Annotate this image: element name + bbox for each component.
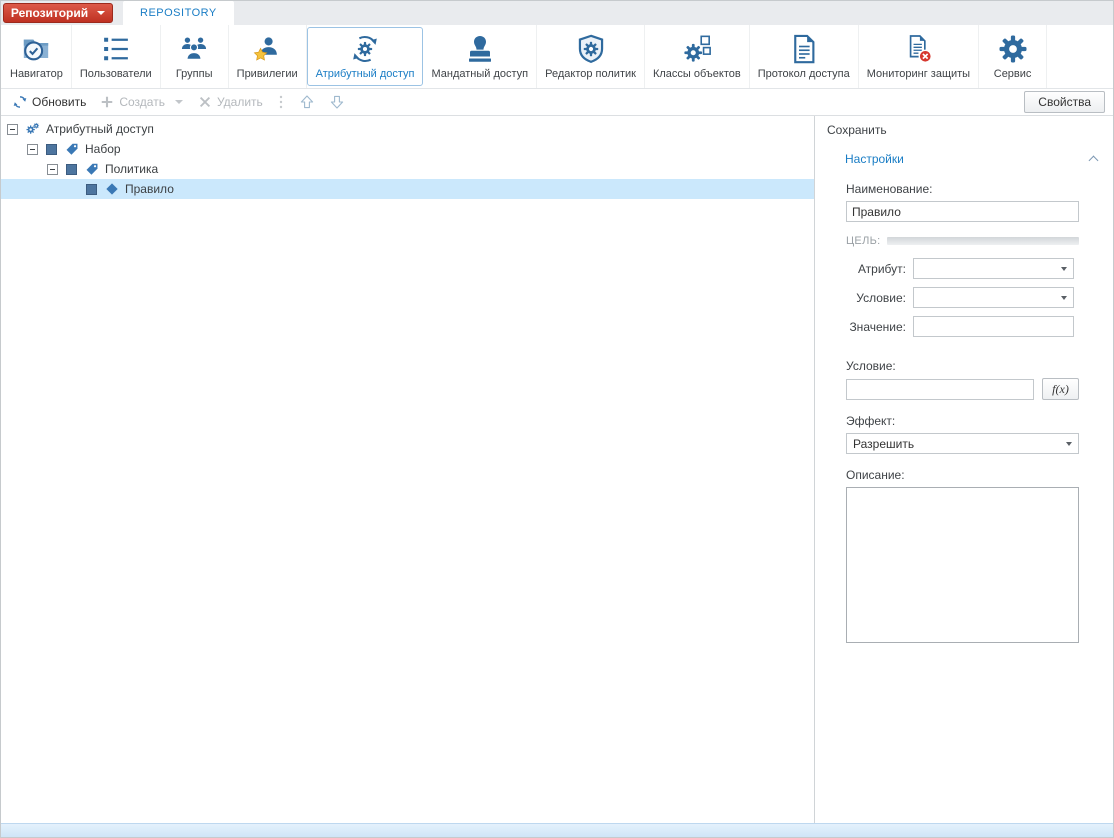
- tag-icon: [85, 162, 99, 176]
- target-group: ЦЕЛЬ:: [846, 235, 1079, 247]
- tab-repository[interactable]: REPOSITORY: [123, 1, 234, 25]
- tab-repository-label: REPOSITORY: [140, 7, 217, 19]
- repository-menu-label: Репозиторий: [11, 6, 88, 20]
- condition-label: Условие:: [846, 291, 906, 305]
- settings-section-title: Настройки: [845, 152, 904, 166]
- main-area: Атрибутный доступ Набор Политика Правило: [1, 116, 1113, 823]
- ribbon-item-protection-monitoring[interactable]: Мониторинг защиты: [859, 25, 979, 88]
- ribbon-item-navigator[interactable]: Навигатор: [2, 25, 72, 88]
- attribute-row: Атрибут:: [846, 258, 1079, 279]
- status-bar: [1, 823, 1113, 837]
- caret-down-icon: [1066, 442, 1072, 446]
- condition-expression-input[interactable]: [846, 379, 1034, 400]
- fx-button[interactable]: f(x): [1042, 378, 1079, 400]
- checkbox[interactable]: [86, 184, 97, 195]
- overflow-dots-icon: [279, 94, 283, 110]
- tree-row-attribute-access[interactable]: Атрибутный доступ: [1, 119, 814, 139]
- save-button[interactable]: Сохранить: [827, 123, 887, 137]
- shield-gear-icon: [576, 34, 606, 64]
- refresh-button[interactable]: Обновить: [7, 92, 92, 112]
- diamond-icon: [106, 183, 117, 194]
- caret-down-icon: [1061, 267, 1067, 271]
- plus-icon: [100, 95, 114, 109]
- ribbon-item-groups[interactable]: Группы: [161, 25, 229, 88]
- effect-combobox-value: Разрешить: [853, 437, 914, 451]
- settings-section-header[interactable]: Настройки: [815, 143, 1113, 174]
- ribbon-item-policy-editor[interactable]: Редактор политик: [537, 25, 645, 88]
- name-label: Наименование:: [846, 182, 1079, 196]
- delete-button[interactable]: Удалить: [192, 92, 269, 112]
- panel-toolbar: Сохранить: [815, 116, 1113, 143]
- delete-button-label: Удалить: [217, 95, 263, 109]
- value-row: Значение:: [846, 316, 1079, 337]
- ribbon-item-privileges[interactable]: Привилегии: [229, 25, 307, 88]
- toolbar: Обновить Создать Удалить Свойства: [1, 89, 1113, 116]
- target-separator-bar: [887, 237, 1079, 245]
- document-icon: [789, 34, 819, 64]
- user-star-icon: [252, 34, 282, 64]
- gear-boxes-icon: [682, 34, 712, 64]
- navigator-icon: [21, 34, 51, 64]
- properties-panel: Сохранить Настройки Наименование: ЦЕЛЬ: …: [815, 116, 1113, 823]
- description-label: Описание:: [846, 468, 1079, 482]
- collapse-expander-icon[interactable]: [27, 144, 38, 155]
- close-icon: [198, 95, 212, 109]
- ribbon-item-access-log[interactable]: Протокол доступа: [750, 25, 859, 88]
- condition-expression-label: Условие:: [846, 359, 1079, 373]
- ribbon-item-object-classes[interactable]: Классы объектов: [645, 25, 750, 88]
- tree-row-rule[interactable]: Правило: [1, 179, 814, 199]
- effect-label: Эффект:: [846, 414, 1079, 428]
- caret-down-icon: [1061, 296, 1067, 300]
- description-textarea[interactable]: [846, 487, 1079, 643]
- document-error-icon: [903, 34, 933, 64]
- app-window: Репозиторий REPOSITORY Навигатор Пользов…: [0, 0, 1114, 838]
- tree-view: Атрибутный доступ Набор Политика Правило: [1, 116, 815, 823]
- caret-down-icon: [97, 11, 105, 15]
- settings-fields: Наименование: ЦЕЛЬ: Атрибут: Условие:: [815, 174, 1113, 651]
- ribbon-item-service[interactable]: Сервис: [979, 25, 1047, 88]
- ribbon-item-mandatory-access[interactable]: Мандатный доступ: [423, 25, 537, 88]
- condition-expression-row: f(x): [846, 378, 1079, 400]
- chevron-up-icon: [1089, 156, 1099, 166]
- ribbon: Навигатор Пользователи Группы Привилегии…: [1, 25, 1113, 89]
- attribute-combobox[interactable]: [913, 258, 1074, 279]
- condition-row: Условие:: [846, 287, 1079, 308]
- arrow-up-icon: [299, 94, 315, 110]
- target-label: ЦЕЛЬ:: [846, 235, 880, 247]
- tree-row-set[interactable]: Набор: [1, 139, 814, 159]
- checkbox[interactable]: [46, 144, 57, 155]
- condition-combobox[interactable]: [913, 287, 1074, 308]
- move-up-button[interactable]: [293, 91, 321, 113]
- ribbon-item-users[interactable]: Пользователи: [72, 25, 161, 88]
- gear-icon: [998, 34, 1028, 64]
- refresh-icon: [13, 95, 27, 109]
- create-button-label: Создать: [119, 95, 165, 109]
- user-list-icon: [101, 34, 131, 64]
- value-label: Значение:: [846, 320, 906, 334]
- collapse-expander-icon[interactable]: [7, 124, 18, 135]
- properties-button[interactable]: Свойства: [1024, 91, 1105, 113]
- effect-combobox[interactable]: Разрешить: [846, 433, 1079, 454]
- tree-row-policy[interactable]: Политика: [1, 159, 814, 179]
- value-input[interactable]: [913, 316, 1074, 337]
- move-down-button[interactable]: [323, 91, 351, 113]
- ribbon-item-attribute-access[interactable]: Атрибутный доступ: [307, 27, 424, 86]
- gears-icon: [26, 122, 40, 136]
- name-input[interactable]: [846, 201, 1079, 222]
- checkbox[interactable]: [66, 164, 77, 175]
- tag-icon: [65, 142, 79, 156]
- stamp-icon: [465, 34, 495, 64]
- user-group-icon: [179, 34, 209, 64]
- attribute-label: Атрибут:: [846, 262, 906, 276]
- tab-bar: Репозиторий REPOSITORY: [1, 1, 1113, 25]
- refresh-button-label: Обновить: [32, 95, 86, 109]
- create-button[interactable]: Создать: [94, 92, 171, 112]
- create-dropdown-caret-icon[interactable]: [175, 100, 183, 104]
- gear-sync-icon: [350, 34, 380, 64]
- collapse-expander-icon[interactable]: [47, 164, 58, 175]
- arrow-down-icon: [329, 94, 345, 110]
- repository-menu-button[interactable]: Репозиторий: [3, 3, 113, 23]
